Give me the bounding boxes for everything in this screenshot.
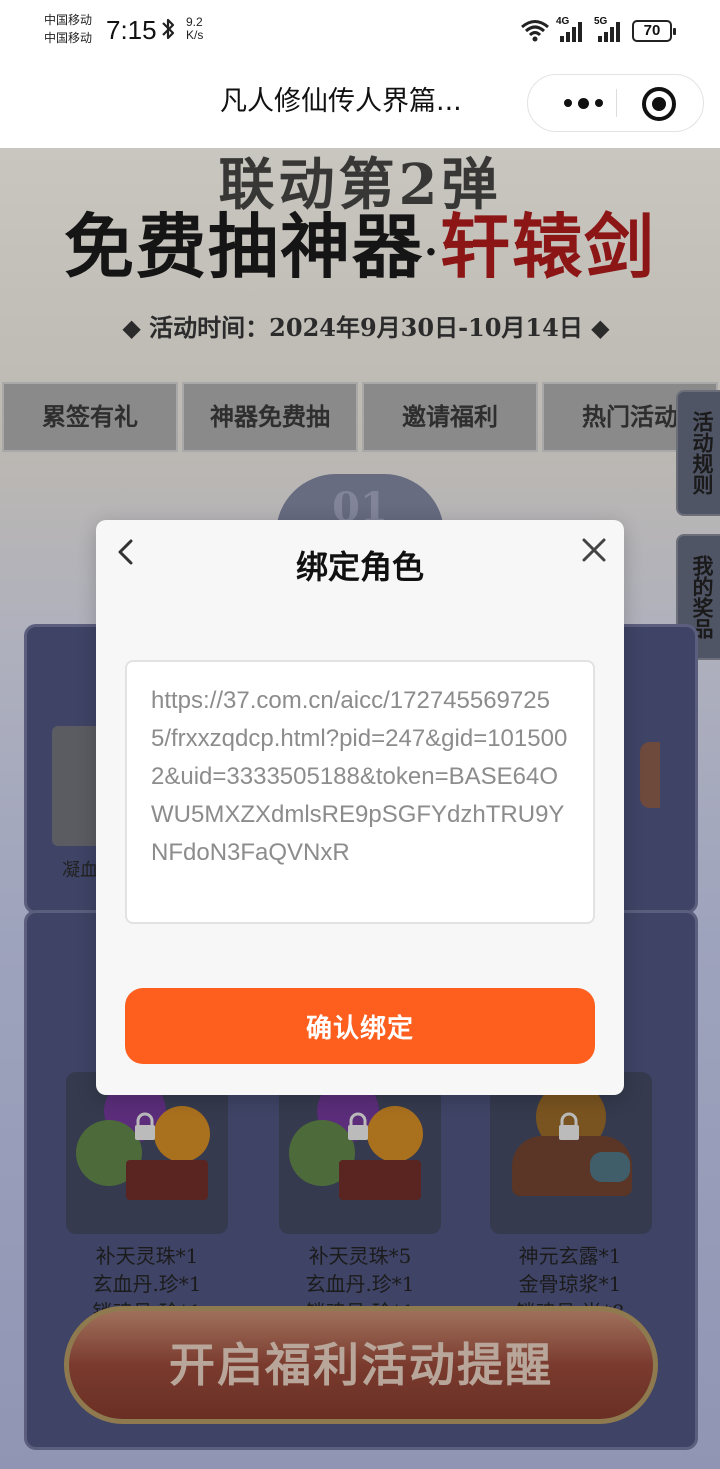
page-title: 凡人修仙传人界篇... bbox=[220, 86, 462, 117]
clock: 7:15 bbox=[106, 15, 157, 45]
dialog-title: 绑定角色 bbox=[295, 548, 424, 586]
network-speed-unit: K/s bbox=[186, 28, 204, 42]
carrier-labels: 中国移动 中国移动 bbox=[44, 11, 92, 47]
carrier-1: 中国移动 bbox=[44, 13, 93, 27]
capsule-divider bbox=[616, 89, 617, 117]
confirm-bind-button[interactable]: 确认绑定 bbox=[125, 988, 595, 1064]
capsule-menu bbox=[527, 74, 704, 132]
mini-program-navbar: 凡人修仙传人界篇... bbox=[0, 60, 720, 148]
status-bar: 中国移动 中国移动 7:15 9.2 K/s 4G 5G 70 bbox=[0, 0, 720, 60]
close-mini-program-icon[interactable] bbox=[642, 87, 676, 121]
wifi-icon bbox=[521, 20, 549, 42]
role-link-input[interactable]: https://37.com.cn/aicc/1727455697255/frx… bbox=[125, 660, 595, 924]
carrier-2: 中国移动 bbox=[44, 31, 93, 45]
network-speed: 9.2 K/s bbox=[186, 16, 203, 42]
more-options-icon[interactable] bbox=[550, 75, 616, 131]
bind-role-dialog: 绑定角色 https://37.com.cn/aicc/172745569725… bbox=[96, 520, 624, 1095]
battery-icon: 70 bbox=[632, 20, 676, 42]
signal-4g-icon: 4G bbox=[556, 16, 592, 42]
signal-5g-icon: 5G bbox=[594, 16, 630, 42]
close-icon[interactable] bbox=[580, 536, 608, 564]
bluetooth-icon bbox=[162, 18, 175, 40]
